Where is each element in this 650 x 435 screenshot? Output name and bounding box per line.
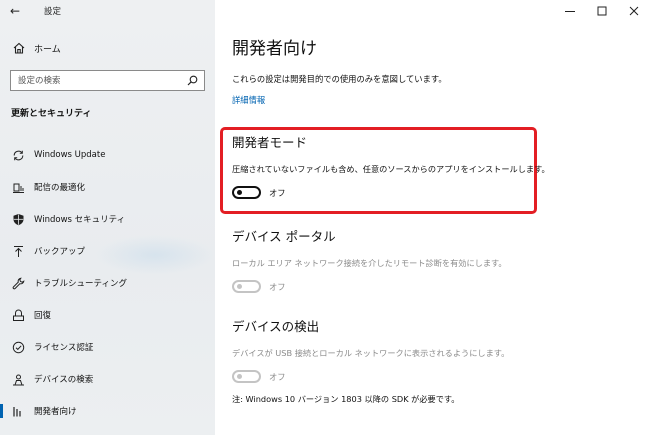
- search-box[interactable]: [10, 70, 205, 91]
- sidebar-item-windows-security[interactable]: Windows セキュリティ: [0, 203, 215, 235]
- sidebar-item-label: デバイスの検索: [34, 375, 94, 385]
- page-title: 開発者向け: [232, 39, 317, 59]
- sidebar-section-header: 更新とセキュリティ: [11, 109, 92, 119]
- sidebar-item-label: 開発者向け: [34, 407, 77, 417]
- sidebar-item-activation[interactable]: ライセンス認証: [0, 331, 215, 363]
- toggle-knob: [237, 374, 242, 379]
- sidebar-item-label: 配信の最適化: [34, 183, 86, 193]
- sidebar-item-label: ホーム: [34, 44, 61, 55]
- wrench-icon: [12, 277, 25, 289]
- sidebar: ← 設定 ホーム 更新とセキュリティ Windows Up: [0, 0, 215, 435]
- device-discovery-toggle-row: オフ: [232, 370, 509, 383]
- home-icon: [13, 42, 25, 54]
- device-discovery-toggle[interactable]: [232, 370, 261, 383]
- learn-more-link[interactable]: 詳細情報: [232, 94, 265, 106]
- section-description: デバイスが USB 接続とローカル ネットワークに表示されるようにします。: [232, 348, 510, 358]
- back-arrow-icon[interactable]: ←: [10, 4, 26, 18]
- backup-arrow-icon: [14, 245, 23, 257]
- sidebar-item-label: Windows Update: [34, 150, 106, 160]
- section-title: デバイスの検出: [232, 319, 320, 334]
- sync-icon: [13, 150, 24, 160]
- toggle-state-label: オフ: [269, 187, 286, 198]
- section-description: ローカル エリア ネットワーク接続を介したリモート診断を有効にします。: [232, 258, 507, 268]
- device-portal-toggle[interactable]: [232, 280, 261, 293]
- recovery-icon: [13, 309, 24, 321]
- sidebar-item-label: 回復: [34, 311, 52, 321]
- main-content: 開発者向け これらの設定は開発目的での使用のみを意図しています。 詳細情報 開発…: [215, 0, 650, 435]
- toggle-state-label: オフ: [269, 371, 286, 382]
- delivery-optimization-icon: [13, 183, 24, 193]
- sidebar-item-home[interactable]: ホーム: [12, 40, 61, 56]
- developer-bars-icon: [13, 406, 21, 416]
- sidebar-item-for-developers[interactable]: 開発者向け: [0, 395, 215, 427]
- search-input[interactable]: [11, 71, 181, 90]
- sidebar-item-delivery-optimization[interactable]: 配信の最適化: [0, 171, 215, 203]
- developer-mode-toggle-row: オフ: [232, 186, 550, 199]
- sidebar-item-label: Windows セキュリティ: [34, 215, 126, 225]
- sidebar-item-label: ライセンス認証: [34, 343, 94, 353]
- sidebar-item-backup[interactable]: バックアップ: [0, 235, 215, 267]
- section-title: 開発者モード: [232, 135, 308, 150]
- device-portal-toggle-row: オフ: [232, 280, 507, 293]
- sidebar-item-find-my-device[interactable]: デバイスの検索: [0, 363, 215, 395]
- sidebar-item-label: トラブルシューティング: [34, 279, 127, 289]
- sidebar-nav: Windows Update 配信の最適化 Windows セキュリティ バック…: [0, 139, 215, 427]
- search-icon[interactable]: [187, 75, 198, 86]
- section-description: 圧縮されていないファイルも含め、任意のソースからのアプリをインストールします。: [232, 164, 550, 174]
- toggle-knob: [237, 190, 242, 195]
- developer-mode-section: 開発者モード 圧縮されていないファイルも含め、任意のソースからのアプリをインスト…: [232, 132, 550, 199]
- developer-mode-toggle[interactable]: [232, 186, 261, 199]
- sidebar-item-label: バックアップ: [34, 247, 86, 257]
- app-title: 設定: [44, 7, 62, 17]
- settings-window: ← 設定 ホーム 更新とセキュリティ Windows Up: [0, 0, 650, 435]
- toggle-state-label: オフ: [269, 281, 286, 292]
- sidebar-item-windows-update[interactable]: Windows Update: [0, 139, 215, 171]
- toggle-knob: [237, 284, 242, 289]
- sidebar-item-troubleshoot[interactable]: トラブルシューティング: [0, 267, 215, 299]
- device-discovery-section: デバイスの検出 デバイスが USB 接続とローカル ネットワークに表示されるよう…: [232, 316, 509, 383]
- intro-text: これらの設定は開発目的での使用のみを意図しています。: [232, 74, 447, 84]
- person-location-icon: [13, 374, 24, 385]
- sdk-requirement-note: 注: Windows 10 バージョン 1803 以降の SDK が必要です。: [232, 394, 460, 404]
- section-title: デバイス ポータル: [232, 229, 336, 244]
- check-circle-icon: [12, 341, 25, 353]
- shield-icon: [13, 213, 24, 225]
- sidebar-item-recovery[interactable]: 回復: [0, 299, 215, 331]
- device-portal-section: デバイス ポータル ローカル エリア ネットワーク接続を介したリモート診断を有効…: [232, 226, 507, 293]
